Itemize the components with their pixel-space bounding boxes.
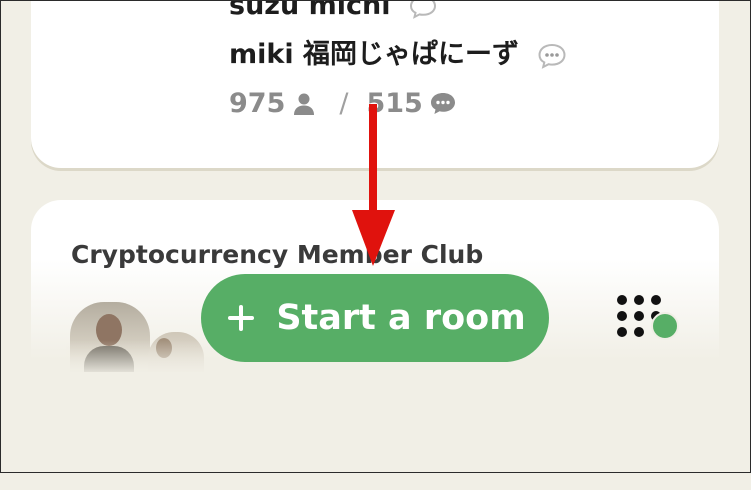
- speaker-name-text: miki 福岡じゃぱにーず: [229, 39, 519, 70]
- chat-icon: [430, 92, 455, 114]
- speaker-name-partial: suzu michi: [229, 0, 438, 21]
- start-room-label: Start a room: [276, 298, 526, 338]
- club-title: Cryptocurrency Member Club: [71, 240, 484, 269]
- plus-icon: [224, 301, 258, 335]
- avatar-fade-overlay: [66, 340, 216, 376]
- speaker-name: miki 福岡じゃぱにーず: [229, 32, 568, 71]
- listeners-count: 975: [229, 88, 286, 119]
- speaker-name-partial-text: suzu michi: [229, 0, 391, 21]
- backchannel-button[interactable]: [612, 290, 684, 346]
- annotation-arrow: [352, 104, 395, 266]
- chat-bubble-icon: [409, 0, 436, 19]
- chat-bubble-icon: [538, 43, 566, 69]
- start-room-button[interactable]: Start a room: [201, 274, 549, 362]
- person-icon: [294, 93, 315, 115]
- dots-grid-icon: [617, 295, 679, 340]
